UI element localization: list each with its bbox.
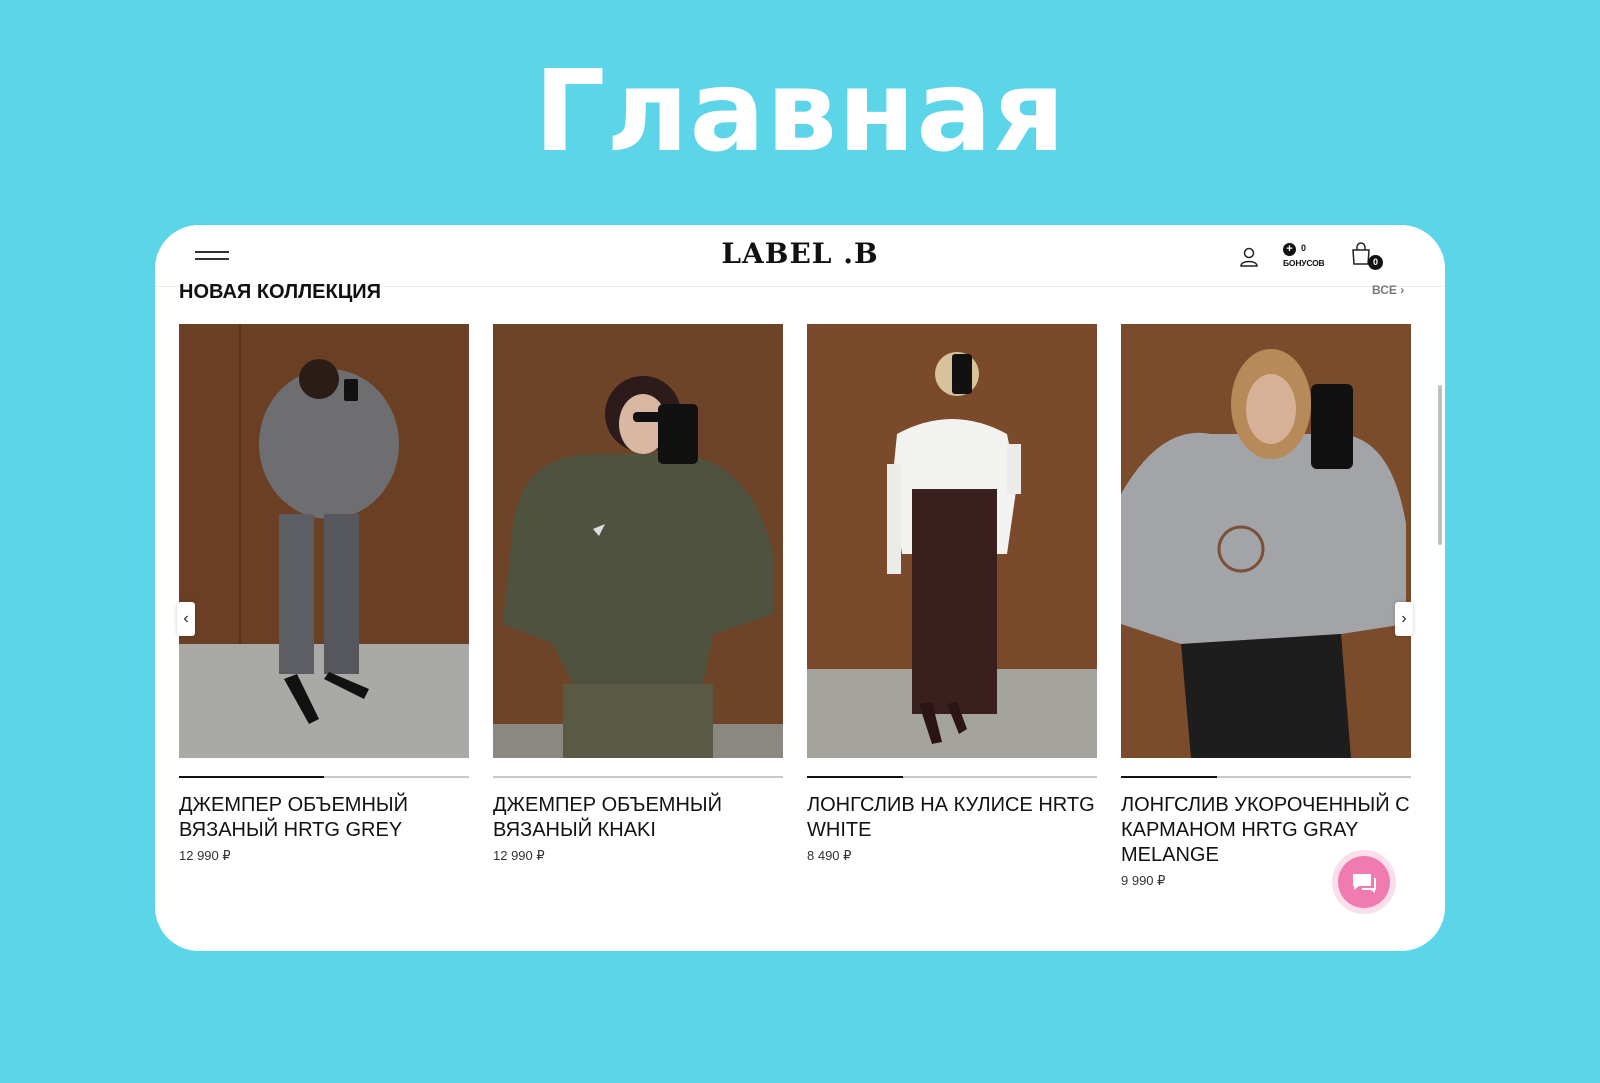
product-card: ДЖЕМПЕР ОБЪЕМНЫЙ ВЯЗАНЫЙ HRTG GREY 12 99…	[179, 324, 469, 864]
see-all-link[interactable]: ВСЕ ›	[1372, 283, 1404, 297]
bonus-button[interactable]: + 0 БОНУСОВ	[1283, 243, 1333, 273]
plus-icon: +	[1283, 243, 1296, 256]
product-image[interactable]	[493, 324, 783, 758]
menu-icon[interactable]	[195, 251, 229, 263]
scrollbar[interactable]	[1438, 385, 1442, 545]
chat-icon	[1353, 874, 1376, 893]
browser-frame: LABEL .B + 0 БОНУСОВ 0 НОВАЯ КОЛЛЕКЦИЯ В…	[155, 225, 1445, 951]
image-progress	[807, 776, 1097, 778]
product-card: ЛОНГСЛИВ НА КУЛИСЕ HRTG WHITE 8 490 ₽	[807, 324, 1097, 864]
user-icon[interactable]	[1238, 246, 1260, 268]
site-header: LABEL .B + 0 БОНУСОВ 0	[155, 225, 1445, 287]
image-progress	[493, 776, 783, 778]
product-card: ДЖЕМПЕР ОБЪЕМНЫЙ ВЯЗАНЫЙ КHAKI 12 990 ₽	[493, 324, 783, 864]
image-progress	[179, 776, 469, 778]
bonus-count: 0	[1301, 243, 1307, 253]
product-card: ЛОНГСЛИВ УКОРОЧЕННЫЙ С КАРМАНОМ HRTG GRA…	[1121, 324, 1411, 889]
product-price: 8 490 ₽	[807, 848, 852, 863]
product-name[interactable]: ЛОНГСЛИВ НА КУЛИСЕ HRTG WHITE	[807, 793, 1097, 843]
product-image[interactable]	[1121, 324, 1411, 758]
product-price: 12 990 ₽	[493, 848, 545, 863]
cart-count-badge: 0	[1368, 255, 1383, 270]
next-arrow-icon[interactable]: ›	[1395, 602, 1413, 636]
product-name[interactable]: ДЖЕМПЕР ОБЪЕМНЫЙ ВЯЗАНЫЙ HRTG GREY	[179, 793, 469, 843]
product-price: 12 990 ₽	[179, 848, 231, 863]
prev-arrow-icon[interactable]: ‹	[177, 602, 195, 636]
bonus-label: БОНУСОВ	[1283, 258, 1325, 268]
image-progress	[1121, 776, 1411, 778]
section-title: НОВАЯ КОЛЛЕКЦИЯ	[179, 281, 382, 303]
chat-button[interactable]	[1338, 856, 1390, 908]
page-heading: Главная	[534, 47, 1066, 177]
product-name[interactable]: ДЖЕМПЕР ОБЪЕМНЫЙ ВЯЗАНЫЙ КHAKI	[493, 793, 783, 843]
product-image[interactable]	[179, 324, 469, 758]
product-image[interactable]	[807, 324, 1097, 758]
cart-button[interactable]: 0	[1350, 242, 1390, 272]
